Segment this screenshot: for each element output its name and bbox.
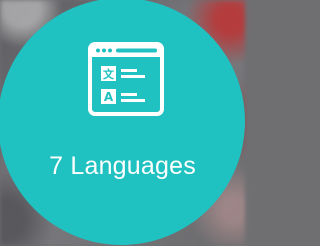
- svg-text:文: 文: [103, 67, 115, 81]
- translate-window-icon: 文 A: [88, 42, 164, 116]
- feature-label: 7 Languages: [49, 152, 196, 180]
- feature-circle: [0, 0, 245, 245]
- svg-text:A: A: [104, 90, 114, 104]
